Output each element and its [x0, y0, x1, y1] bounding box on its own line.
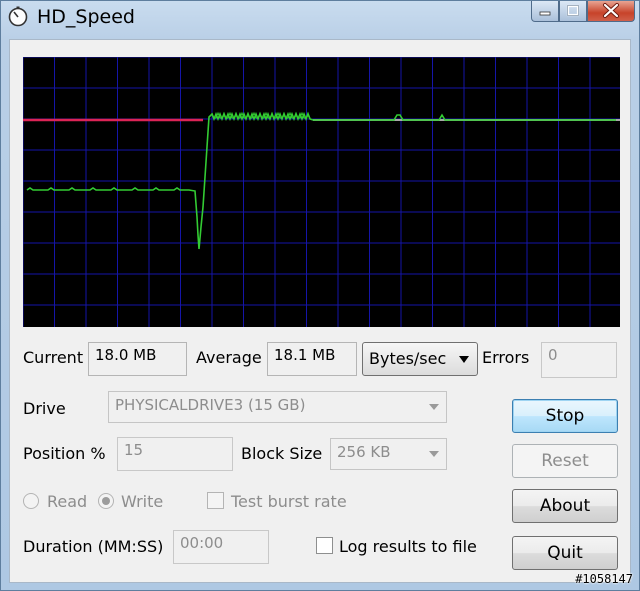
watermark-text: #1058147 — [575, 572, 633, 586]
current-label: Current — [23, 348, 84, 367]
read-radio[interactable] — [23, 493, 39, 509]
drive-select[interactable]: PHYSICALDRIVE3 (15 GB) — [108, 391, 447, 423]
minimize-icon — [539, 11, 551, 16]
title-bar[interactable]: HD_Speed — [1, 1, 640, 35]
minimize-button[interactable] — [531, 1, 559, 22]
duration-input[interactable]: 00:00 — [173, 530, 269, 564]
block-size-select[interactable]: 256 KB — [330, 438, 447, 470]
stopwatch-icon — [8, 6, 28, 27]
window-title: HD_Speed — [37, 6, 135, 28]
write-label: Write — [121, 492, 164, 511]
chevron-down-icon — [429, 404, 439, 410]
burst-label: Test burst rate — [231, 492, 347, 511]
units-dropdown[interactable]: Bytes/sec — [362, 342, 478, 376]
current-value-field: 18.0 MB — [88, 342, 187, 376]
app-window: HD_Speed Current 18.0 MB Average 18.1 MB… — [0, 0, 640, 591]
speed-graph — [23, 57, 620, 327]
radio-selected-dot — [102, 497, 110, 505]
graph-background — [23, 57, 620, 327]
block-size-value: 256 KB — [337, 443, 391, 461]
stop-button[interactable]: Stop — [512, 399, 618, 433]
chevron-down-icon — [459, 356, 469, 363]
errors-label: Errors — [482, 348, 530, 367]
chevron-down-icon — [429, 451, 439, 457]
quit-button[interactable]: Quit — [512, 536, 618, 570]
position-label: Position % — [23, 444, 106, 463]
burst-checkbox[interactable] — [207, 492, 224, 509]
close-button[interactable] — [587, 1, 635, 22]
maximize-button[interactable] — [559, 1, 587, 22]
read-label: Read — [47, 492, 88, 511]
drive-label: Drive — [23, 399, 66, 418]
reset-button[interactable]: Reset — [512, 444, 618, 478]
log-label: Log results to file — [339, 537, 477, 556]
average-label: Average — [196, 348, 262, 367]
write-radio[interactable] — [98, 493, 114, 509]
log-checkbox[interactable] — [316, 537, 333, 554]
position-input[interactable]: 15 — [117, 437, 233, 471]
units-value: Bytes/sec — [369, 349, 447, 368]
drive-value: PHYSICALDRIVE3 (15 GB) — [115, 396, 306, 414]
duration-label: Duration (MM:SS) — [23, 537, 164, 556]
errors-value-field: 0 — [541, 342, 617, 378]
maximize-icon — [566, 4, 580, 17]
average-value-field: 18.1 MB — [267, 342, 357, 376]
block-size-label: Block Size — [241, 444, 323, 463]
about-button[interactable]: About — [512, 489, 618, 523]
close-icon — [603, 3, 619, 18]
